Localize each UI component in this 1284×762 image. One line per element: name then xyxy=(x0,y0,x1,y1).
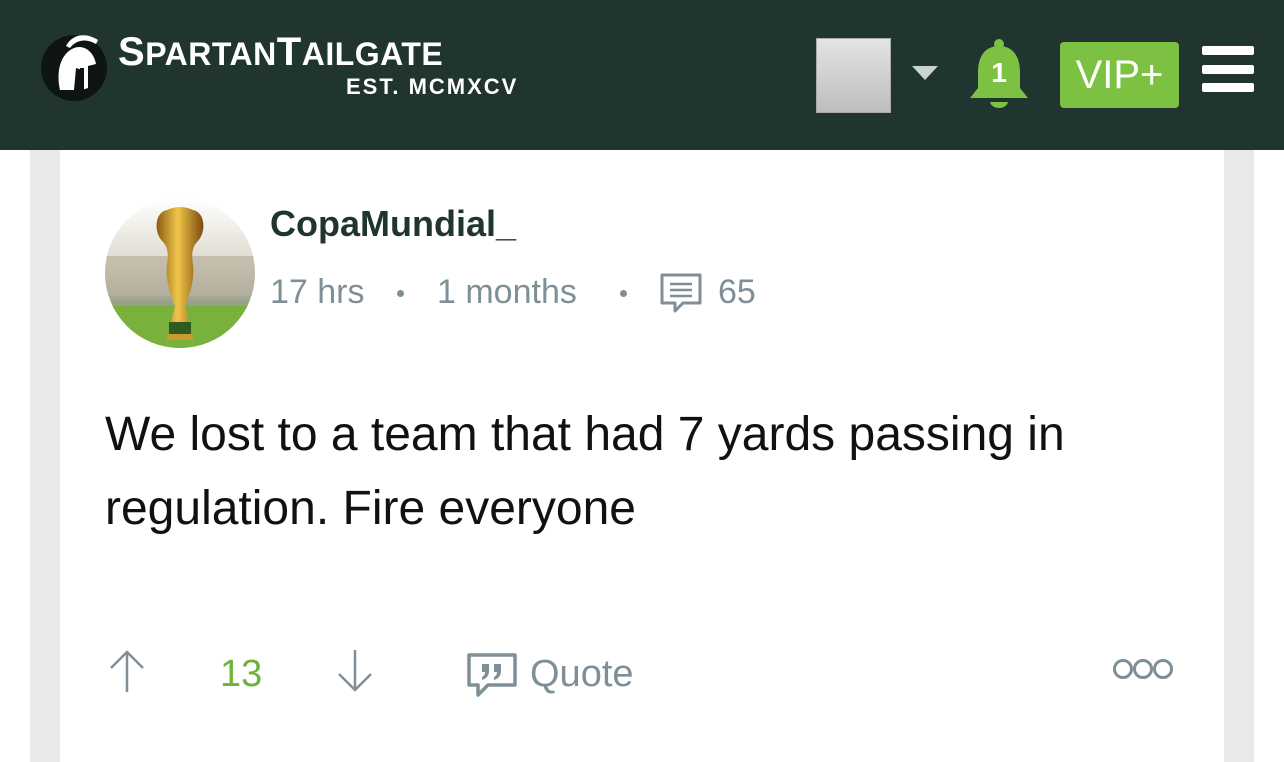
post-body: We lost to a team that had 7 yards passi… xyxy=(105,408,1065,535)
user-avatar[interactable] xyxy=(816,38,891,113)
spartan-helmet-icon xyxy=(41,35,107,101)
chevron-down-icon[interactable] xyxy=(912,66,938,80)
arrow-up-icon xyxy=(110,650,144,692)
upvote-button[interactable] xyxy=(106,648,148,694)
trophy-icon xyxy=(105,198,255,348)
downvote-button[interactable] xyxy=(334,648,376,694)
more-horizontal-icon xyxy=(1113,659,1173,679)
vip-button[interactable]: VIP+ xyxy=(1060,42,1179,108)
site-header: SPARTANTAILGATE EST. MCMXCV 1 VIP+ xyxy=(0,0,1284,150)
arrow-down-icon xyxy=(338,650,372,692)
vote-score: 13 xyxy=(220,653,263,695)
more-options-button[interactable] xyxy=(1112,656,1174,682)
hamburger-menu-icon[interactable] xyxy=(1202,46,1254,92)
notifications-button[interactable]: 1 xyxy=(966,38,1032,112)
meta-separator xyxy=(397,290,404,297)
notification-badge: 1 xyxy=(991,57,1007,88)
logo-subtitle: EST. MCMXCV xyxy=(346,74,519,99)
quote-icon xyxy=(467,653,517,697)
author-avatar[interactable] xyxy=(105,198,255,348)
comment-count[interactable]: 65 xyxy=(718,268,756,316)
logo-text: SPARTANTAILGATE EST. MCMXCV xyxy=(118,30,519,99)
post-time: 17 hrs xyxy=(270,273,365,311)
member-duration: 1 months xyxy=(437,273,577,311)
meta-separator xyxy=(620,290,627,297)
comment-icon xyxy=(660,273,702,313)
quote-label: Quote xyxy=(530,653,634,695)
author-username[interactable]: CopaMundial_ xyxy=(270,202,516,246)
